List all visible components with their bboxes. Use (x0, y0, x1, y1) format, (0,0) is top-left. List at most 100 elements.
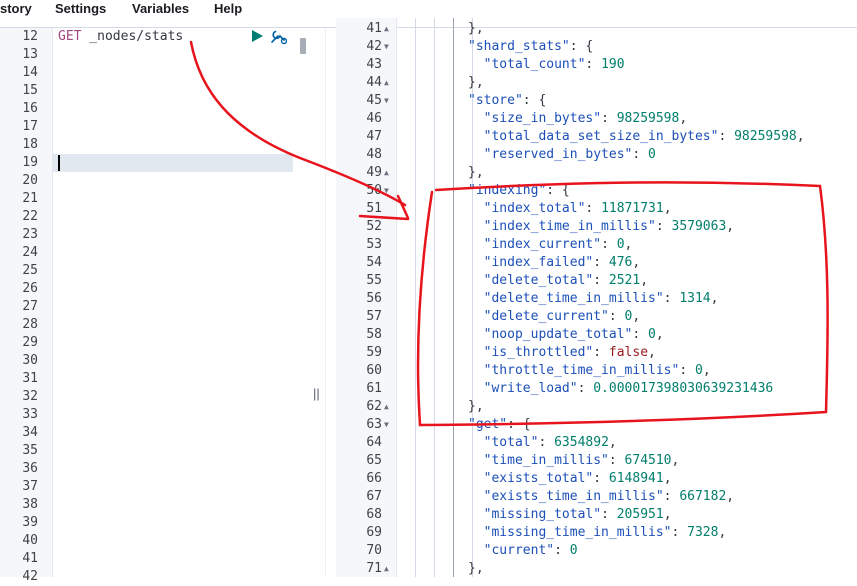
response-code-line: "get": { (468, 416, 531, 434)
code-token: : (585, 201, 602, 216)
code-token: , (726, 219, 735, 234)
code-token: 98259598 (616, 111, 680, 126)
code-token: 190 (601, 57, 625, 72)
response-code-line: "size_in_bytes": 98259598, (468, 110, 688, 128)
request-editor[interactable]: GET _nodes/stats (53, 28, 325, 577)
request-line-number: 29 (22, 335, 38, 350)
fold-open-icon[interactable]: ▼ (384, 416, 389, 434)
response-line-number: 67 (366, 489, 382, 504)
code-token: : (608, 453, 625, 468)
fold-open-icon[interactable]: ▼ (384, 92, 389, 110)
code-token: 674510 (624, 453, 672, 468)
response-line-number: 68 (366, 507, 382, 522)
request-line-number: 32 (22, 389, 38, 404)
code-token: "exists_time_in_millis" (468, 489, 664, 504)
code-token: "shard_stats" (468, 39, 570, 54)
request-line-number: 39 (22, 515, 38, 530)
code-token: , (608, 435, 617, 450)
response-line-number: 56 (366, 291, 382, 306)
resize-handle-icon[interactable]: || (313, 386, 320, 401)
response-code-line: "total": 6354892, (468, 434, 617, 452)
code-token: }, (468, 21, 484, 36)
code-token: : (632, 147, 649, 162)
fold-open-icon[interactable]: ▼ (384, 38, 389, 56)
request-line-number: 13 (22, 47, 38, 62)
code-token: }, (468, 75, 484, 90)
response-line-gutter: 41 ▲ 42 ▼ 43 44 ▲ 45 ▼ 46 47 48 49 ▲ 50 ▼ 51 52 53 54 55 56 57… (336, 18, 397, 577)
response-code-line: }, (468, 398, 484, 416)
code-token: "size_in_bytes" (468, 111, 602, 126)
code-token: "index_failed" (468, 255, 594, 270)
response-line-number: 44 (366, 75, 382, 90)
wrench-icon[interactable] (269, 27, 287, 45)
request-line-number: 31 (22, 371, 38, 386)
menu-history[interactable]: story (0, 1, 32, 16)
response-code-line: "delete_current": 0, (468, 308, 641, 326)
code-token: , (726, 489, 735, 504)
indent-guide-active (453, 18, 454, 577)
response-line-number: 59 (366, 345, 382, 360)
response-code-line: "time_in_millis": 674510, (468, 452, 680, 470)
panel-splitter[interactable] (325, 28, 336, 577)
fold-close-icon[interactable]: ▲ (384, 560, 389, 578)
request-line-number: 38 (22, 497, 38, 512)
request-line-number: 19 (22, 155, 38, 170)
fold-close-icon[interactable]: ▲ (384, 20, 389, 38)
code-token: 667182 (679, 489, 727, 504)
fold-open-icon[interactable]: ▼ (384, 182, 389, 200)
menu-help[interactable]: Help (214, 1, 242, 16)
response-code-line: "delete_total": 2521, (468, 272, 648, 290)
menu-variables[interactable]: Variables (132, 1, 189, 16)
code-token: 6148941 (608, 471, 664, 486)
request-scrollbar[interactable] (300, 38, 306, 54)
response-line-number: 48 (366, 147, 382, 162)
code-token: "reserved_in_bytes" (468, 147, 633, 162)
request-line-number: 27 (22, 299, 38, 314)
code-token: }, (468, 399, 484, 414)
code-token: 205951 (616, 507, 664, 522)
code-token: 98259598 (734, 129, 797, 144)
code-token: "total_data_set_size_in_bytes" (468, 129, 719, 144)
play-icon[interactable] (250, 29, 264, 43)
request-line-number: 25 (22, 263, 38, 278)
code-token: : (601, 507, 617, 522)
fold-close-icon[interactable]: ▲ (384, 398, 389, 416)
request-line[interactable]: GET _nodes/stats (58, 28, 183, 46)
menu-settings[interactable]: Settings (55, 1, 106, 16)
request-method: GET (58, 29, 82, 44)
request-line-number: 37 (22, 479, 38, 494)
code-token: : (577, 381, 594, 396)
request-line-number: 42 (22, 569, 38, 584)
code-token: , (632, 255, 641, 270)
text-cursor (58, 155, 60, 171)
code-token: "delete_time_in_millis" (468, 291, 664, 306)
request-line-number: 18 (22, 137, 38, 152)
code-token: "store" (468, 93, 523, 108)
code-token: : (632, 327, 649, 342)
request-line-number: 24 (22, 245, 38, 260)
request-line-number: 15 (22, 83, 38, 98)
code-token: , (679, 111, 688, 126)
fold-close-icon[interactable]: ▲ (384, 74, 389, 92)
response-line-number: 57 (366, 309, 382, 324)
response-line-number: 54 (366, 255, 382, 270)
response-line-number: 65 (366, 453, 382, 468)
code-token: : (593, 471, 609, 486)
code-token: "current" (468, 543, 555, 558)
request-line-number: 16 (22, 101, 38, 116)
response-viewer[interactable]: }, "shard_stats": { "total_count": 190}, "… (397, 18, 857, 577)
request-url: _nodes/stats (81, 29, 184, 44)
fold-close-icon[interactable]: ▲ (384, 164, 389, 182)
code-token: "delete_total" (468, 273, 594, 288)
code-token: , (632, 309, 641, 324)
code-token: 7328 (687, 525, 719, 540)
request-line-number: 22 (22, 209, 38, 224)
response-code-line: "write_load": 0.000017398030639231436 (468, 380, 774, 398)
request-line-number: 36 (22, 461, 38, 476)
response-line-number: 42 (366, 39, 382, 54)
code-token: , (718, 525, 727, 540)
code-token: "index_time_in_millis" (468, 219, 656, 234)
code-token: : (593, 255, 609, 270)
response-line-number: 52 (366, 219, 382, 234)
response-line-number: 55 (366, 273, 382, 288)
